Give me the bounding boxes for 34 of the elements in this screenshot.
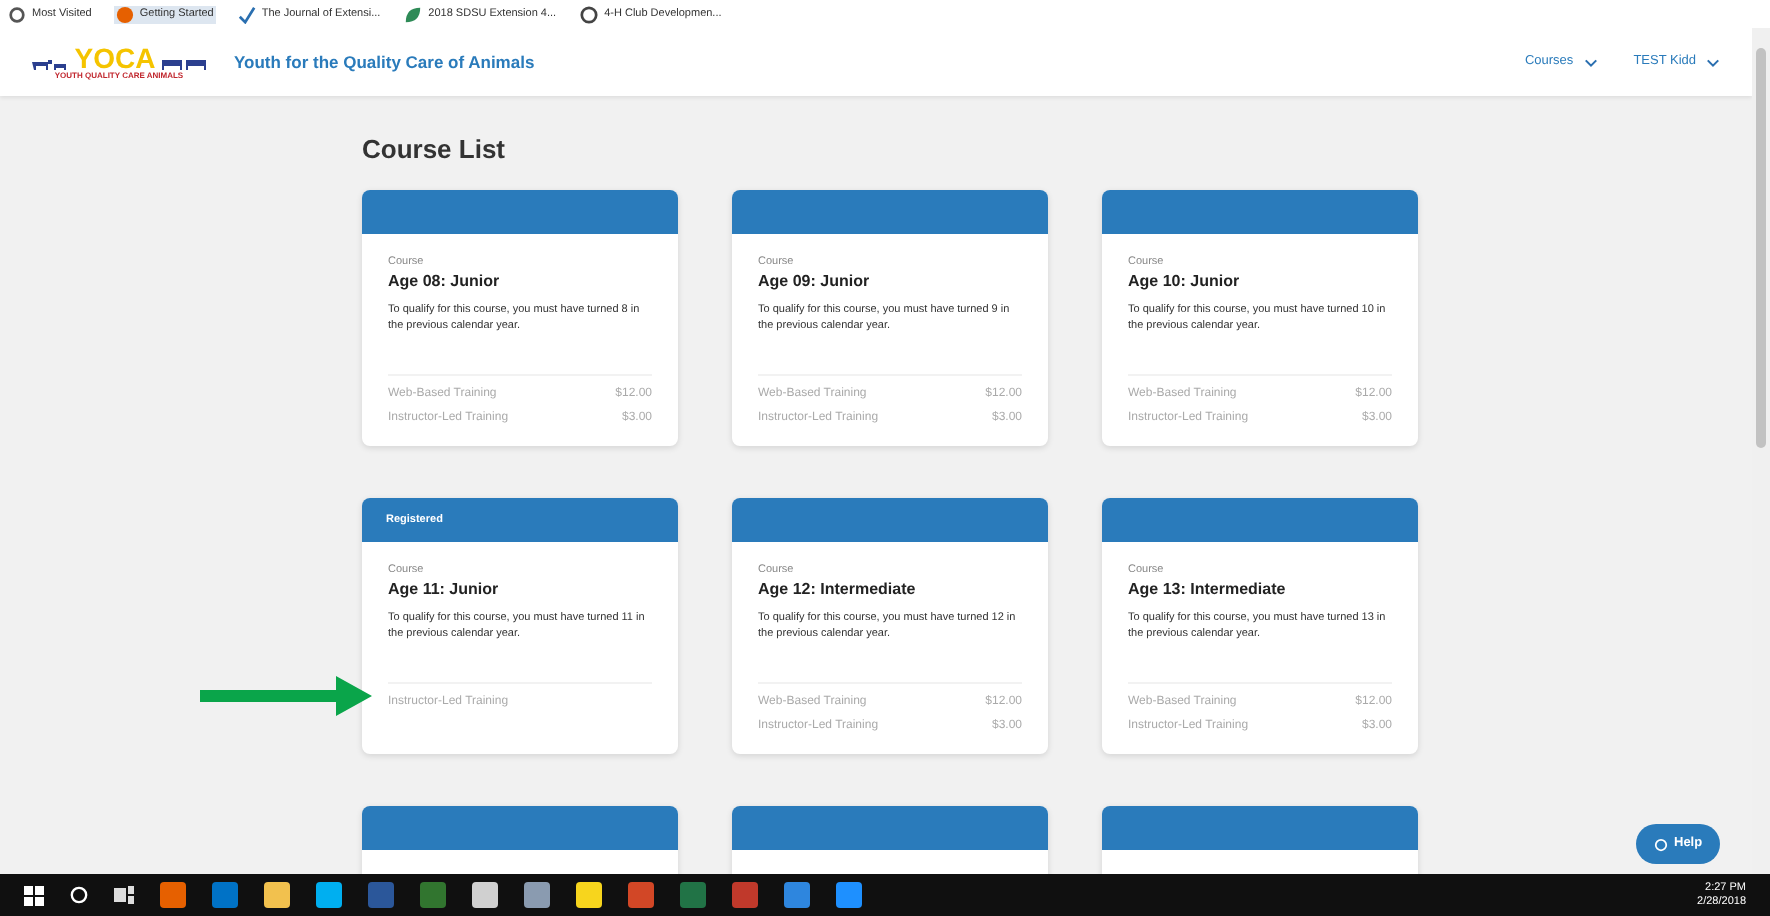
- app-icon[interactable]: [732, 882, 758, 908]
- search-icon[interactable]: [70, 886, 88, 904]
- chevron-down-icon: [1706, 57, 1720, 67]
- task-view-icon[interactable]: [114, 886, 134, 904]
- leaf-icon: [404, 5, 423, 23]
- app-icon[interactable]: [784, 882, 810, 908]
- app-icon[interactable]: [680, 882, 706, 908]
- course-title: Age 13: Intermediate: [1128, 578, 1288, 600]
- animals-icon: [159, 56, 208, 72]
- app-icon[interactable]: [420, 882, 446, 908]
- app-icon[interactable]: [628, 882, 654, 908]
- app-icon[interactable]: [472, 882, 498, 908]
- site-title: Youth for the Quality Care of Animals: [234, 49, 535, 75]
- chevron-down-icon: [1583, 57, 1598, 67]
- check-icon: [237, 5, 256, 23]
- app-icon[interactable]: [576, 882, 602, 908]
- app-icon[interactable]: [316, 882, 342, 908]
- logo-word: YOCA: [74, 44, 156, 72]
- page-title: Course List: [362, 134, 508, 166]
- animals-icon: [30, 56, 71, 72]
- course-title: Age 10: Junior: [1128, 270, 1242, 292]
- circle-icon: [580, 5, 599, 23]
- app-icon[interactable]: [212, 882, 238, 908]
- app-icon[interactable]: [264, 882, 290, 908]
- arrow-icon: [200, 676, 372, 716]
- app-icon[interactable]: [836, 882, 862, 908]
- course-title: Age 08: Junior: [388, 270, 502, 292]
- course-title: Age 11: Junior: [388, 578, 501, 600]
- course-title: Age 12: Intermediate: [758, 578, 918, 600]
- course-title: Age 09: Junior: [758, 270, 872, 292]
- windows-icon[interactable]: [24, 885, 44, 905]
- app-icon[interactable]: [524, 882, 550, 908]
- app-icon[interactable]: [160, 882, 186, 908]
- app-icon[interactable]: [368, 882, 394, 908]
